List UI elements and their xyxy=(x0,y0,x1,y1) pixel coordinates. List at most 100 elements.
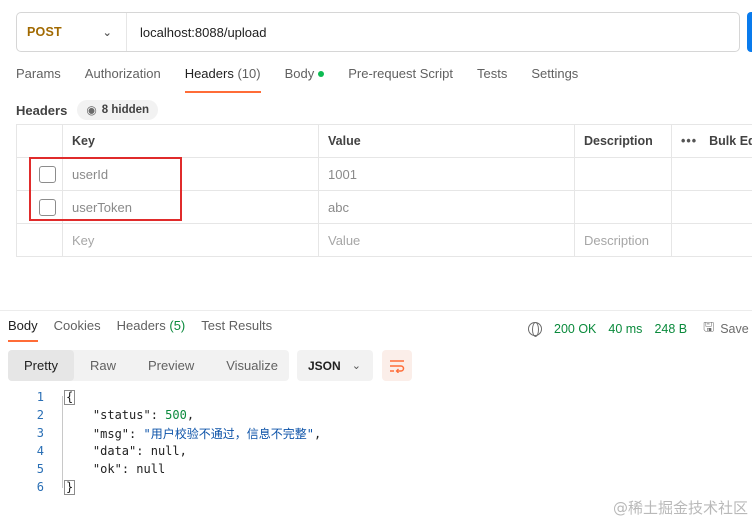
tab-label: Settings xyxy=(531,66,579,81)
tab-pre-request-script[interactable]: Pre-request Script xyxy=(348,66,453,92)
tab-tests[interactable]: Tests xyxy=(477,66,507,92)
wrap-lines-button[interactable] xyxy=(382,350,412,381)
postman-window: POST ⌄ localhost:8088/upload Params Auth… xyxy=(0,0,752,522)
view-preview[interactable]: Preview xyxy=(132,350,210,381)
tab-label: Tests xyxy=(476,66,508,81)
tab-settings[interactable]: Settings xyxy=(531,66,578,92)
checkbox-column-header xyxy=(16,124,63,158)
tab-params[interactable]: Params xyxy=(16,66,61,92)
view-visualize[interactable]: Visualize xyxy=(210,350,294,381)
send-button[interactable] xyxy=(747,12,752,52)
value-column-header: Value xyxy=(318,124,575,158)
wrap-lines-icon xyxy=(390,359,405,373)
tab-label: Headers xyxy=(116,318,166,333)
checkbox-cell xyxy=(16,223,63,257)
header-description-cell[interactable] xyxy=(574,157,672,191)
header-description-cell[interactable] xyxy=(574,190,672,224)
code-text: { xyxy=(44,389,76,405)
json-comma: , xyxy=(179,444,187,458)
response-tab-cookies[interactable]: Cookies xyxy=(54,318,101,342)
code-text: "ok": null xyxy=(92,462,166,476)
new-value-input[interactable]: Value xyxy=(318,223,575,257)
headers-section-title: Headers ◉ 8 hidden xyxy=(16,100,159,120)
tab-label: Body xyxy=(8,318,38,333)
code-text: } xyxy=(44,479,76,495)
description-column-header: Description xyxy=(574,124,672,158)
json-key: "data" xyxy=(92,444,137,458)
code-line: 6 } xyxy=(0,478,321,496)
json-comma: , xyxy=(313,426,322,441)
language-select[interactable]: JSON ⌄ xyxy=(297,350,373,381)
tab-label: Cookies xyxy=(53,318,101,333)
tab-count: (5) xyxy=(169,318,186,333)
status-code[interactable]: 200 OK xyxy=(554,322,596,336)
response-tab-body[interactable]: Body xyxy=(8,318,38,342)
view-raw[interactable]: Raw xyxy=(74,350,132,381)
save-response-button[interactable]: Save a xyxy=(720,322,752,336)
request-tabs: Params Authorization Headers (10) Body P… xyxy=(16,66,602,93)
tab-label: Authorization xyxy=(84,66,161,81)
chevron-down-icon: ⌄ xyxy=(102,26,112,39)
tab-label: Params xyxy=(16,66,61,81)
code-line: 5 "ok": null xyxy=(0,460,321,478)
table-header-row: Key Value Description ••• Bulk Edi xyxy=(16,124,752,158)
json-key: "ok" xyxy=(92,462,122,476)
header-value-cell[interactable]: 1001 xyxy=(318,157,575,191)
json-value: null xyxy=(136,462,166,476)
tab-label: Test Results xyxy=(201,318,273,333)
tab-authorization[interactable]: Authorization xyxy=(85,66,161,92)
header-extra-cell xyxy=(671,223,752,257)
response-size[interactable]: 248 B xyxy=(654,322,687,336)
header-extra-cell xyxy=(671,157,752,191)
close-brace: } xyxy=(64,479,76,495)
json-comma: , xyxy=(186,408,195,422)
tab-headers[interactable]: Headers (10) xyxy=(184,66,261,93)
response-tab-test-results[interactable]: Test Results xyxy=(201,318,272,342)
key-column-header: Key xyxy=(62,124,319,158)
response-divider xyxy=(0,310,752,311)
response-tab-headers[interactable]: Headers (5) xyxy=(117,318,186,342)
line-number: 2 xyxy=(36,408,44,422)
method-select[interactable]: POST ⌄ xyxy=(17,13,127,51)
code-text: "data": null, xyxy=(92,444,187,458)
response-body-code[interactable]: 1 { 2 "status": 500, 3 "msg": "用户校验不通过，信… xyxy=(0,388,321,496)
headers-title: Headers xyxy=(16,102,68,118)
view-mode-segment: Pretty Raw Preview Visualize xyxy=(8,350,289,381)
line-number: 3 xyxy=(36,426,44,440)
new-description-input[interactable]: Description xyxy=(574,223,672,257)
more-options-icon[interactable]: ••• xyxy=(681,134,697,148)
globe-icon[interactable] xyxy=(528,322,542,337)
table-row-new: Key Value Description xyxy=(16,223,752,257)
header-value-cell[interactable]: abc xyxy=(318,190,575,224)
code-line: 4 "data": null, xyxy=(0,442,321,460)
code-line: 3 "msg": "用户校验不通过，信息不完整", xyxy=(0,424,321,442)
watermark: @稀土掘金技术社区 xyxy=(612,499,748,517)
response-tabs: Body Cookies Headers (5) Test Results xyxy=(8,318,288,342)
annotation-highlight-box xyxy=(29,157,182,221)
json-key: "msg" xyxy=(92,426,130,441)
response-time[interactable]: 40 ms xyxy=(608,322,642,336)
tab-label: Headers xyxy=(184,66,234,81)
response-status-bar: 200 OK 40 ms 248 B 🖫 Save a xyxy=(528,318,752,340)
code-text: "status": 500, xyxy=(92,408,195,422)
url-input[interactable]: localhost:8088/upload xyxy=(127,25,267,40)
bulk-edit-label: Bulk Edi xyxy=(709,134,752,148)
code-line: 2 "status": 500, xyxy=(0,406,321,424)
tab-count: (10) xyxy=(237,66,261,81)
status-dot-icon xyxy=(318,70,325,77)
tab-label: Pre-request Script xyxy=(348,66,453,81)
new-key-input[interactable]: Key xyxy=(62,223,319,257)
bulk-edit-cell: ••• Bulk Edi xyxy=(671,124,752,158)
open-brace: { xyxy=(64,389,76,405)
line-number: 6 xyxy=(36,480,44,494)
bulk-edit-button[interactable]: ••• Bulk Edi xyxy=(681,134,752,148)
save-icon[interactable]: 🖫 xyxy=(703,318,714,340)
hidden-headers-toggle[interactable]: ◉ 8 hidden xyxy=(77,100,159,120)
tab-body[interactable]: Body xyxy=(285,66,325,92)
code-text: "msg": "用户校验不通过，信息不完整", xyxy=(92,426,322,441)
format-toolbar: Pretty Raw Preview Visualize JSON ⌄ xyxy=(8,350,412,381)
hidden-count: 8 hidden xyxy=(101,104,150,116)
view-pretty[interactable]: Pretty xyxy=(8,350,74,381)
language-label: JSON xyxy=(308,358,341,373)
tab-label: Body xyxy=(284,66,315,81)
